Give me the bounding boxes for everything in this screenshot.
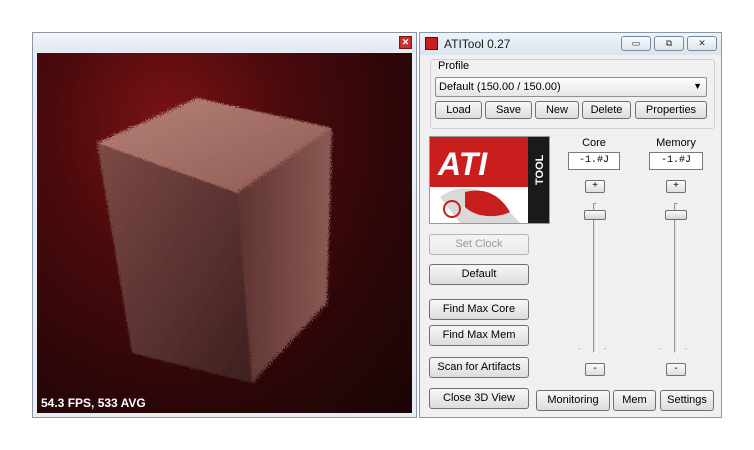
core-slider-thumb[interactable] [584,210,606,220]
find-max-mem-button[interactable]: Find Max Mem [429,325,529,346]
core-label: Core [582,137,606,149]
settings-button[interactable]: Settings [660,390,714,411]
load-button[interactable]: Load [435,101,482,119]
core-slider-track[interactable] [593,203,597,353]
scan-artifacts-button[interactable]: Scan for Artifacts [429,357,529,378]
ati-brand-text: ATI [437,146,488,182]
3d-view-titlebar[interactable] [33,33,416,52]
atitool-window: ATITool 0.27 ▭ ⧉ ✕ Profile Default (150.… [419,32,722,418]
properties-button[interactable]: Properties [635,101,707,119]
monitoring-button[interactable]: Monitoring [536,390,610,411]
ati-app-icon [425,37,438,50]
save-button[interactable]: Save [485,101,532,119]
default-button[interactable]: Default [429,264,529,285]
restore-button[interactable]: ⧉ [654,36,684,51]
core-increase-button[interactable]: + [585,180,605,193]
memory-label: Memory [656,137,696,149]
delete-button[interactable]: Delete [582,101,631,119]
memory-value-field[interactable]: -1.#J [649,152,703,170]
memory-increase-button[interactable]: + [666,180,686,193]
mem-button[interactable]: Mem [613,390,656,411]
ati-tool-logo: ATI TOOL [429,136,550,224]
chevron-down-icon: ▼ [693,81,702,91]
profile-selected-value: Default (150.00 / 150.00) [439,81,561,93]
find-max-core-button[interactable]: Find Max Core [429,299,529,320]
tool-brand-text: TOOL [534,154,546,185]
core-decrease-button[interactable]: - [585,363,605,376]
ati-logo-graphic: ATI TOOL [430,137,549,223]
close-3d-view-button[interactable]: Close 3D View [429,388,529,409]
window-title: ATITool 0.27 [444,37,511,51]
minimize-button[interactable]: ▭ [621,36,651,51]
core-value-field[interactable]: -1.#J [568,152,620,170]
profile-label: Profile [436,60,472,72]
fur-cube-render [97,98,332,383]
close-icon[interactable]: ✕ [399,36,412,49]
memory-slider-track[interactable] [674,203,678,353]
core-slider-ticks: - - [578,344,609,353]
set-clock-button[interactable]: Set Clock [429,234,529,255]
profile-dropdown[interactable]: Default (150.00 / 150.00) ▼ [435,77,707,97]
new-button[interactable]: New [535,101,579,119]
memory-decrease-button[interactable]: - [666,363,686,376]
3d-view-window: ✕ 54.3 FPS, 533 AVG [32,32,417,418]
fps-readout: 54.3 FPS, 533 AVG [41,396,146,410]
close-button[interactable]: ✕ [687,36,717,51]
memory-slider-thumb[interactable] [665,210,687,220]
memory-slider-ticks: - - [659,344,690,353]
3d-render-canvas: 54.3 FPS, 533 AVG [37,53,412,413]
